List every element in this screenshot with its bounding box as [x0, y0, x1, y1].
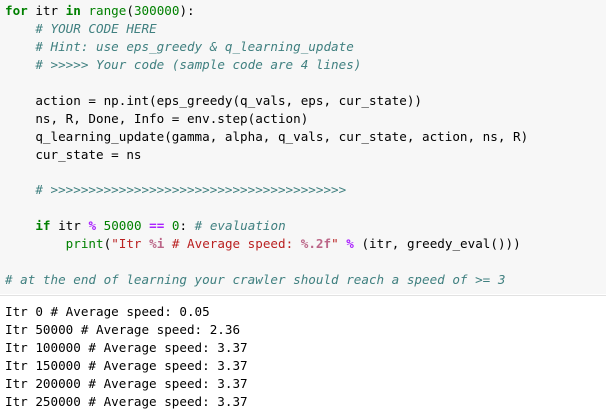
- output-line: Itr 150000 # Average speed: 3.37: [5, 358, 248, 373]
- code-text: (: [126, 3, 134, 18]
- code-text: action = np.int(eps_greedy(q_vals, eps, …: [5, 93, 423, 108]
- comment: # at the end of learning your crawler sh…: [5, 272, 506, 287]
- code-line: action = np.int(eps_greedy(q_vals, eps, …: [5, 92, 422, 110]
- code-text: :: [179, 218, 195, 233]
- code-line: # >>>>>>>>>>>>>>>>>>>>>>>>>>>>>>>>>>>>>>…: [5, 181, 346, 199]
- code-text: itr: [50, 218, 89, 233]
- builtin: print: [65, 236, 104, 251]
- cell-output-area: Itr 0 # Average speed: 0.05 Itr 50000 # …: [0, 295, 606, 415]
- code-text: q_learning_update(gamma, alpha, q_vals, …: [5, 129, 529, 144]
- code-line: # Hint: use eps_greedy & q_learning_upda…: [5, 38, 354, 56]
- code-line: q_learning_update(gamma, alpha, q_vals, …: [5, 128, 528, 146]
- format-spec: %.2f: [300, 236, 332, 251]
- comment: # Hint: use eps_greedy & q_learning_upda…: [35, 39, 354, 54]
- code-text: ):: [179, 3, 195, 18]
- code-line: ns, R, Done, Info = env.step(action): [5, 110, 308, 128]
- number: 300000: [133, 3, 180, 18]
- output-line: Itr 100000 # Average speed: 3.37: [5, 340, 248, 355]
- code-input-area[interactable]: for itr in range(300000): # YOUR CODE HE…: [0, 0, 606, 294]
- output-line: Itr 250000 # Average speed: 3.37: [5, 394, 248, 409]
- string: ": [331, 236, 339, 251]
- code-line: for itr in range(300000):: [5, 2, 195, 20]
- string: "Itr: [111, 236, 150, 251]
- code-text: ns, R, Done, Info = env.step(action): [5, 111, 309, 126]
- code-text: cur_state = ns: [5, 147, 142, 162]
- keyword: if: [35, 218, 51, 233]
- code-text: itr: [27, 3, 66, 18]
- number: 50000: [103, 218, 142, 233]
- keyword: for: [5, 3, 28, 18]
- string: # Average speed:: [164, 236, 301, 251]
- comment: # YOUR CODE HERE: [35, 21, 157, 36]
- code-line: # >>>>> Your code (sample code are 4 lin…: [5, 56, 361, 74]
- format-spec: %i: [149, 236, 165, 251]
- operator: ==: [149, 218, 165, 233]
- keyword: in: [65, 3, 81, 18]
- output-line: Itr 0 # Average speed: 0.05: [5, 304, 210, 319]
- code-text: (itr, greedy_eval())): [353, 236, 521, 251]
- code-line: cur_state = ns: [5, 146, 141, 164]
- operator: %: [346, 236, 354, 251]
- number: 0: [171, 218, 180, 233]
- builtin: range: [88, 3, 127, 18]
- operator: %: [88, 218, 97, 233]
- code-line: print("Itr %i # Average speed: %.2f" % (…: [5, 235, 521, 253]
- comment: # >>>>> Your code (sample code are 4 lin…: [35, 57, 362, 72]
- output-line: Itr 50000 # Average speed: 2.36: [5, 322, 241, 337]
- comment: # evaluation: [194, 218, 286, 233]
- comment: # >>>>>>>>>>>>>>>>>>>>>>>>>>>>>>>>>>>>>>…: [35, 182, 347, 197]
- output-line: Itr 200000 # Average speed: 3.37: [5, 376, 248, 391]
- code-line: # YOUR CODE HERE: [5, 20, 157, 38]
- code-line: # at the end of learning your crawler sh…: [5, 271, 505, 289]
- code-line: if itr % 50000 == 0: # evaluation: [5, 217, 286, 235]
